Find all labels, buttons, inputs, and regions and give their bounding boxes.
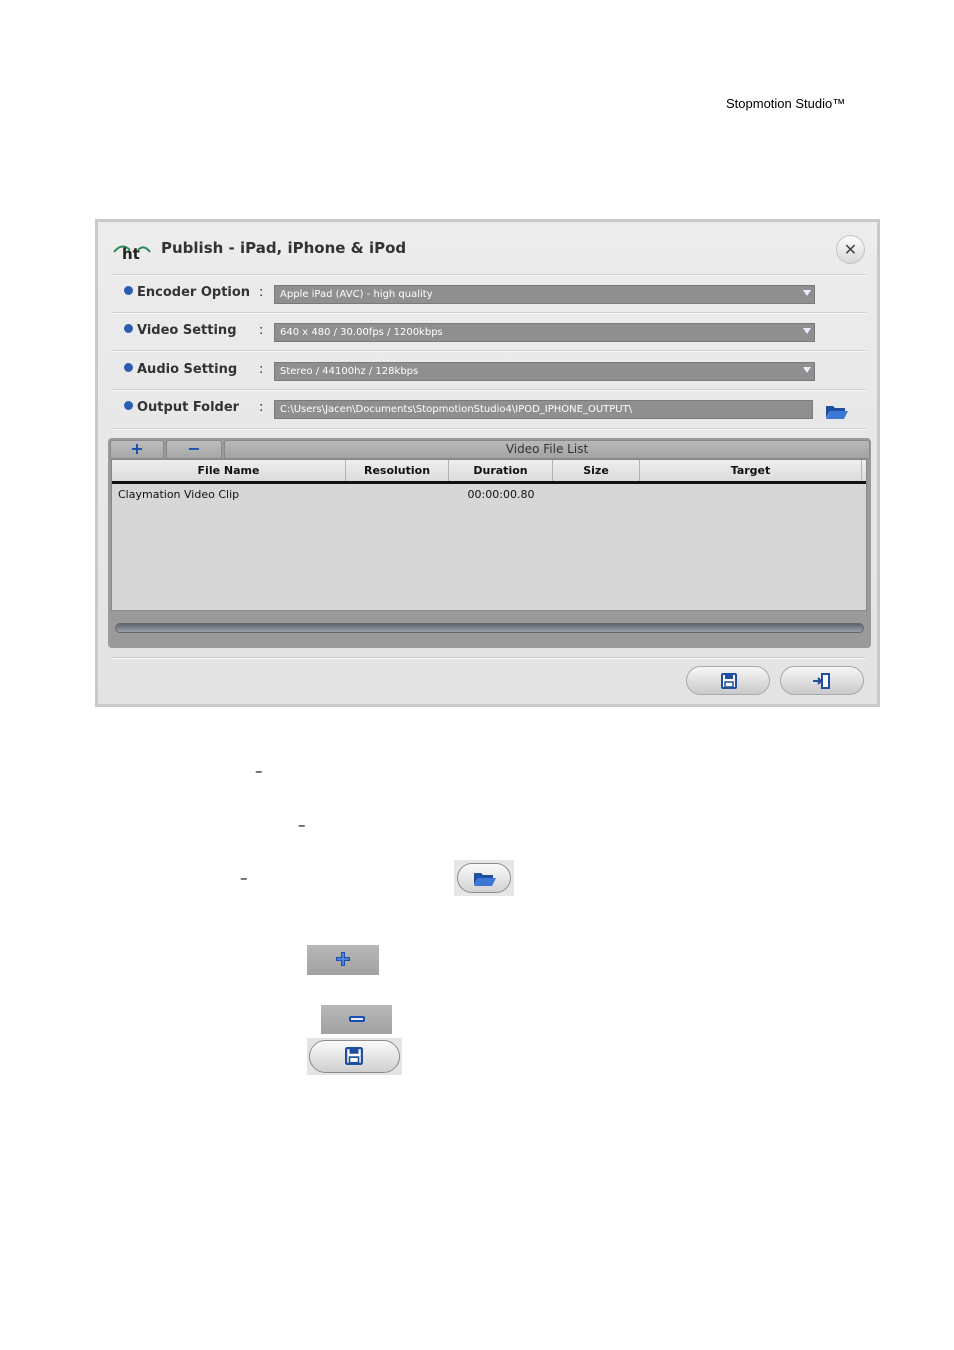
video-setting-label-text: Video Setting: [137, 323, 237, 338]
file-list-title: Video File List: [224, 440, 870, 459]
exit-icon: [813, 673, 830, 689]
audio-setting-select[interactable]: Stereo / 44100hz / 128kbps: [274, 362, 815, 381]
exit-button[interactable]: [780, 666, 864, 695]
output-folder-value: C:\Users\Jacen\Documents\StopmotionStudi…: [280, 404, 633, 415]
video-setting-label: Video Setting: [124, 323, 237, 338]
encoder-option-value: Apple iPad (AVC) - high quality: [280, 289, 433, 300]
audio-setting-label-text: Audio Setting: [137, 362, 238, 377]
divider: [112, 274, 866, 276]
add-file-button[interactable]: +: [110, 440, 164, 459]
chevron-down-icon[interactable]: [803, 367, 811, 373]
video-file-list: + − Video File List File Name Resolution…: [108, 438, 871, 648]
bullet-icon: [124, 363, 133, 372]
output-folder-label: Output Folder: [124, 400, 239, 415]
column-header-file-name[interactable]: File Name: [112, 460, 346, 481]
colon: :: [259, 285, 264, 300]
column-header-size[interactable]: Size: [553, 460, 640, 481]
divider: [112, 389, 866, 391]
bullet-icon: [124, 401, 133, 410]
output-folder-field[interactable]: C:\Users\Jacen\Documents\StopmotionStudi…: [274, 400, 813, 419]
save-icon: [721, 673, 737, 689]
divider: [112, 350, 866, 352]
header-product-name: Stopmotion Studio™: [726, 96, 846, 111]
pill-shape: [457, 863, 511, 893]
colon: :: [259, 323, 264, 338]
bullet-icon: [124, 324, 133, 333]
column-header-resolution[interactable]: Resolution: [346, 460, 449, 481]
cell-duration: 00:00:00.80: [467, 488, 535, 501]
file-table: File Name Resolution Duration Size Targe…: [111, 459, 867, 611]
dash: –: [255, 762, 263, 780]
chevron-down-icon[interactable]: [803, 290, 811, 296]
dialog-title: Publish - iPad, iPhone & iPod: [161, 239, 407, 257]
folder-open-icon: [474, 873, 496, 886]
divider: [112, 428, 866, 430]
pill-shape: [309, 1040, 400, 1073]
remove-file-button[interactable]: −: [166, 440, 222, 459]
save-icon: [345, 1047, 363, 1065]
save-button[interactable]: [686, 666, 770, 695]
remove-button-illustration: [321, 1005, 392, 1034]
divider: [112, 657, 866, 659]
table-header: File Name Resolution Duration Size Targe…: [112, 460, 866, 484]
video-setting-select[interactable]: 640 x 480 / 30.00fps / 1200kbps: [274, 323, 815, 342]
add-button-illustration: [307, 945, 379, 975]
cell-file-name: Claymation Video Clip: [118, 488, 240, 501]
publish-dialog: ht Publish - iPad, iPhone & iPod ✕ Encod…: [95, 219, 880, 707]
chevron-down-icon[interactable]: [803, 328, 811, 334]
minus-icon: [349, 1016, 365, 1022]
folder-open-icon[interactable]: [824, 402, 850, 420]
encoder-option-label: Encoder Option: [124, 285, 250, 300]
plus-icon: [336, 952, 350, 966]
ht-logo-icon: ht: [113, 245, 151, 260]
output-folder-label-text: Output Folder: [137, 400, 240, 415]
divider: [112, 312, 866, 314]
bullet-icon: [124, 286, 133, 295]
progress-bar: [115, 623, 864, 633]
colon: :: [259, 400, 264, 415]
folder-button-illustration: [454, 860, 514, 896]
colon: :: [259, 362, 264, 377]
save-button-illustration: [307, 1038, 402, 1075]
encoder-option-label-text: Encoder Option: [137, 285, 251, 300]
file-list-tabbar: + − Video File List: [108, 438, 871, 459]
column-header-target[interactable]: Target: [640, 460, 862, 481]
video-setting-value: 640 x 480 / 30.00fps / 1200kbps: [280, 327, 443, 338]
audio-setting-value: Stereo / 44100hz / 128kbps: [280, 366, 419, 377]
logo-text: ht: [122, 245, 140, 260]
encoder-option-select[interactable]: Apple iPad (AVC) - high quality: [274, 285, 815, 304]
column-header-duration[interactable]: Duration: [449, 460, 553, 481]
close-button[interactable]: ✕: [836, 235, 865, 264]
dash: –: [240, 869, 248, 887]
dash: –: [298, 816, 306, 834]
audio-setting-label: Audio Setting: [124, 362, 237, 377]
